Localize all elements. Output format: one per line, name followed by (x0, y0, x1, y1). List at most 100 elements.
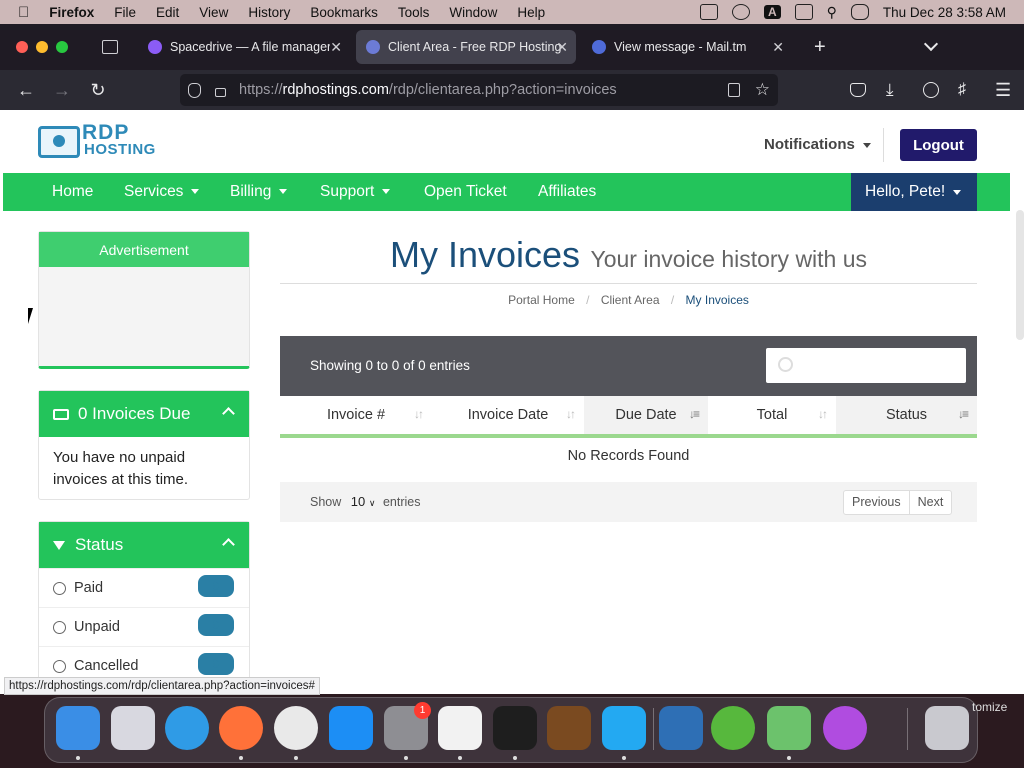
table-header: Invoice # ↓↑ Invoice Date ↓↑ Due Date ↓≡ To… (280, 396, 977, 438)
dock-separator (653, 708, 654, 750)
page-title: My Invoices (389, 234, 581, 275)
url-bar[interactable]: https://rdphostings.com/rdp/clientarea.p… (180, 74, 778, 106)
close-tab-icon[interactable]: ✕ (330, 39, 342, 56)
control-center-icon[interactable] (850, 4, 869, 20)
notifications-menu[interactable]: Notifications (764, 136, 871, 153)
dock-textedit-icon[interactable] (438, 706, 482, 750)
table-search-input[interactable] (766, 348, 966, 383)
status-header[interactable]: Status (39, 522, 249, 568)
dock-orb-icon[interactable] (823, 706, 867, 750)
chevron-up-icon[interactable] (222, 407, 235, 420)
dock-launchpad-icon[interactable] (111, 706, 155, 750)
url-text[interactable]: https://rdphostings.com/rdp/clientarea.p… (239, 82, 617, 98)
previous-button[interactable]: Previous (844, 491, 910, 514)
account-icon[interactable] (923, 82, 939, 98)
nav-services[interactable]: Services (124, 183, 200, 201)
breadcrumb-portal-home[interactable]: Portal Home (508, 293, 575, 307)
dock-safari-icon[interactable] (165, 706, 209, 750)
chevron-up-icon[interactable] (222, 538, 235, 551)
nav-open-ticket[interactable]: Open Ticket (424, 183, 507, 201)
menu-window[interactable]: Window (449, 5, 497, 20)
nav-support[interactable]: Support (320, 183, 391, 201)
next-button[interactable]: Next (910, 491, 952, 514)
spotlight-search-icon[interactable]: ⚲ (827, 4, 837, 21)
menu-file[interactable]: File (114, 5, 136, 20)
tab-client-area[interactable]: Client Area - Free RDP Hosting ✕ (356, 30, 576, 64)
menubar-clock[interactable]: Thu Dec 28 3:58 AM (883, 5, 1006, 20)
nav-billing[interactable]: Billing (230, 183, 288, 201)
back-arrow-icon[interactable]: ← (8, 80, 44, 101)
screen-capture-icon[interactable] (699, 4, 718, 20)
caret-down-icon (953, 189, 962, 195)
col-status[interactable]: Status ↓≡ (836, 396, 977, 434)
tab-mail[interactable]: View message - Mail.tm ✕ (582, 30, 792, 64)
col-invoice-date[interactable]: Invoice Date ↓↑ (432, 396, 584, 434)
wordpress-icon[interactable] (731, 4, 750, 20)
dock-app-store-icon[interactable] (329, 706, 373, 750)
tracking-shield-icon[interactable] (188, 82, 201, 98)
screen-mirroring-icon[interactable] (794, 4, 813, 20)
running-indicator (622, 756, 626, 760)
menu-app-name[interactable]: Firefox (49, 5, 94, 20)
tab-overview-icon[interactable] (102, 40, 118, 54)
status-item-unpaid[interactable]: Unpaid 0 (39, 607, 249, 646)
nav-home[interactable]: Home (52, 183, 93, 201)
dock-maps-icon[interactable] (767, 706, 811, 750)
site-logo[interactable]: RDP HOSTING (38, 122, 160, 162)
credit-card-icon (53, 408, 69, 420)
col-due-date[interactable]: Due Date ↓≡ (584, 396, 708, 434)
dock-chrome-icon[interactable] (274, 706, 318, 750)
col-total[interactable]: Total ↓↑ (708, 396, 836, 434)
reader-view-icon[interactable] (728, 83, 740, 97)
pocket-icon[interactable] (850, 83, 866, 97)
sort-icon: ↓↑ (818, 407, 828, 421)
input-source-icon[interactable]: A (763, 5, 781, 19)
heading-divider (280, 283, 977, 284)
menu-view[interactable]: View (199, 5, 228, 20)
app-menu-icon[interactable]: ☰ (995, 80, 1011, 101)
logout-button[interactable]: Logout (900, 129, 977, 161)
macos-menubar:  Firefox File Edit View History Bookmar… (0, 0, 1024, 24)
header-divider (883, 128, 884, 162)
dock-firefox-icon[interactable] (219, 706, 263, 750)
menu-bookmarks[interactable]: Bookmarks (310, 5, 378, 20)
dock-utorrent-icon[interactable] (711, 706, 755, 750)
reload-icon[interactable]: ↻ (80, 80, 116, 101)
col-invoice-number[interactable]: Invoice # ↓↑ (280, 396, 432, 434)
tab-favicon-icon (148, 40, 162, 54)
close-tab-icon[interactable]: ✕ (556, 39, 568, 56)
status-title: Status (75, 535, 124, 554)
lock-icon[interactable] (215, 88, 226, 97)
new-tab-icon[interactable]: + (814, 36, 826, 59)
list-tabs-chevron-icon[interactable] (923, 36, 938, 52)
zoom-window-button[interactable] (56, 41, 68, 53)
apple-menu-icon[interactable]:  (18, 4, 29, 21)
invoices-due-header[interactable]: 0 Invoices Due (39, 391, 249, 437)
user-menu[interactable]: Hello, Pete! (851, 173, 977, 211)
dock-vs-code-icon[interactable] (602, 706, 646, 750)
menu-tools[interactable]: Tools (398, 5, 430, 20)
bookmark-star-icon[interactable]: ☆ (755, 80, 770, 100)
close-window-button[interactable] (16, 41, 28, 53)
tab-title: Client Area - Free RDP Hosting (388, 40, 562, 54)
breadcrumb-client-area[interactable]: Client Area (601, 293, 660, 307)
page-size-select[interactable]: 10 ∨ (351, 494, 376, 509)
page-scrollbar[interactable] (1016, 210, 1024, 340)
dock-garageband-icon[interactable] (547, 706, 591, 750)
minimize-window-button[interactable] (36, 41, 48, 53)
dock-migration-icon[interactable] (659, 706, 703, 750)
close-tab-icon[interactable]: ✕ (772, 39, 784, 56)
tab-spacedrive[interactable]: Spacedrive — A file manager fro ✕ (138, 30, 350, 64)
dock-finder-icon[interactable] (56, 706, 100, 750)
forward-arrow-icon[interactable]: → (44, 80, 80, 101)
status-item-paid[interactable]: Paid 0 (39, 568, 249, 607)
url-prefix: https:// (239, 82, 283, 98)
dock-trash-icon[interactable] (925, 706, 969, 750)
downloads-icon[interactable]: ⤓ (886, 80, 894, 100)
menu-help[interactable]: Help (517, 5, 545, 20)
dock-terminal-icon[interactable] (493, 706, 537, 750)
extensions-icon[interactable]: ♯ (958, 81, 966, 99)
nav-affiliates[interactable]: Affiliates (538, 183, 596, 201)
menu-history[interactable]: History (248, 5, 290, 20)
menu-edit[interactable]: Edit (156, 5, 179, 20)
